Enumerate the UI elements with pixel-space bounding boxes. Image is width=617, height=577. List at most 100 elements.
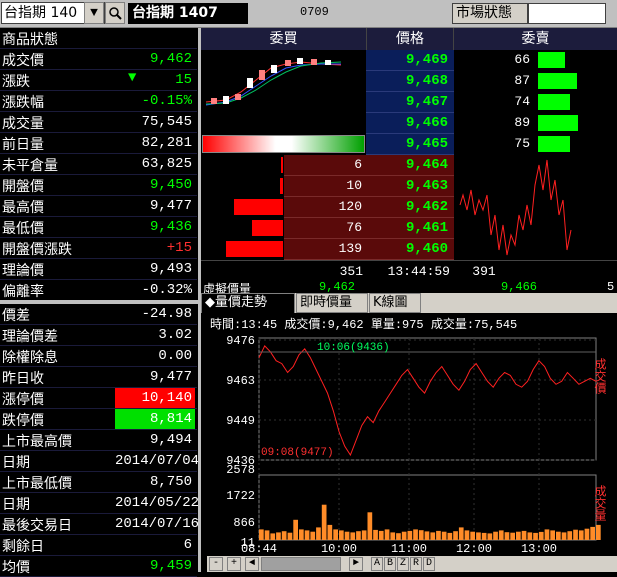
quote-label: 成交量 xyxy=(2,116,44,132)
scroll-left-button[interactable]: ◄ xyxy=(245,557,259,571)
zoom-out-button[interactable]: - xyxy=(209,557,223,571)
volume-bar xyxy=(293,519,298,540)
quote-label: 除權除息 xyxy=(2,350,58,366)
quote-row: 日期 2014/05/22 xyxy=(0,493,199,514)
quote-row: 最高價 9,477 xyxy=(0,196,197,217)
ask-price: 9,468 xyxy=(405,73,448,89)
low-annotation: 09:08(9477) xyxy=(261,447,334,459)
volume-bar xyxy=(281,531,287,540)
quote-row: 上市最高價 9,494 xyxy=(0,430,197,451)
quote-row: 最低價 9,436 xyxy=(0,217,197,238)
price-axis-title: 成交價 xyxy=(593,358,607,395)
ask-price: 9,465 xyxy=(405,136,448,152)
quote-value: 9,450 xyxy=(149,177,192,193)
quote-value: 2014/07/04 xyxy=(115,453,200,469)
search-icon[interactable] xyxy=(105,2,125,24)
book-header-bid: 委買 xyxy=(201,28,366,50)
quote-value: 3.02 xyxy=(158,327,192,343)
volume-bar xyxy=(521,530,527,540)
quote-row: 昨日收 9,477 xyxy=(0,367,197,388)
virtual-quote-extra: 5 xyxy=(607,282,615,293)
volume-bar xyxy=(259,529,264,540)
volume-bar xyxy=(584,528,590,540)
ask-qty: 74 xyxy=(514,94,530,109)
price-tick-label: 9449 xyxy=(226,414,255,428)
quote-value: -0.32% xyxy=(141,282,192,298)
price-volume-chart: 9476946394499436257817228661108:44 10:00 1… xyxy=(201,330,617,556)
bid-price: 9,460 xyxy=(405,241,448,257)
tab-price-volume-trend[interactable]: ◆量價走勢 xyxy=(201,293,295,313)
ask-price: 9,469 xyxy=(405,52,448,68)
quote-row: 漲跌幅 -0.15% xyxy=(0,91,197,112)
quote-label: 價差 xyxy=(2,308,30,324)
quote-label: 開盤價 xyxy=(2,179,44,195)
ask-volume-bar xyxy=(538,115,578,131)
quote-value: 9,477 xyxy=(149,198,192,214)
toolbar: 台指期 140 ▼ 台指期 1407 0709 市場狀態 xyxy=(0,0,617,28)
quote-label: 均價 xyxy=(2,560,30,576)
bid-qty: 120 xyxy=(338,199,362,214)
volume-tick-label: 2578 xyxy=(226,463,255,477)
quote-label: 昨日收 xyxy=(2,371,44,387)
quote-value: 10,140 xyxy=(115,388,195,408)
bid-ask-ratio-bar xyxy=(202,135,365,153)
quote-value: -24.98 xyxy=(141,306,192,322)
volume-bar xyxy=(413,529,418,540)
volume-bar xyxy=(470,531,475,540)
volume-bar xyxy=(533,532,538,540)
volume-axis-title: 成交量 xyxy=(593,485,607,521)
mini-candle-chart xyxy=(201,50,366,130)
quote-label: 跌停價 xyxy=(2,413,44,429)
volume-bar xyxy=(350,532,356,540)
volume-tick-label: 866 xyxy=(233,516,255,530)
chart-scrollbar[interactable]: - + ◄ ► A B Z R D xyxy=(207,556,617,572)
volume-bar xyxy=(321,504,327,540)
quote-value: 0.00 xyxy=(158,348,192,364)
scroll-letter-d[interactable]: D xyxy=(423,557,435,571)
book-header-ask: 委賣 xyxy=(454,28,617,50)
quote-row: 漲停價 10,140 xyxy=(0,388,197,409)
volume-bar xyxy=(453,531,458,540)
quote-row: ▼ 漲跌 15 xyxy=(0,70,197,91)
tab-kline[interactable]: K線圖 xyxy=(369,293,421,313)
bid-qty: 139 xyxy=(338,241,362,256)
volume-bar xyxy=(550,530,555,540)
ask-price: 9,466 xyxy=(405,115,448,131)
volume-bar xyxy=(596,524,601,540)
volume-bar xyxy=(504,532,510,540)
quote-row: 偏離率 -0.32% xyxy=(0,280,197,301)
volume-bar xyxy=(573,529,578,540)
bid-price: 9,464 xyxy=(405,157,448,173)
quote-value: 82,281 xyxy=(141,135,192,151)
volume-bar xyxy=(567,531,573,540)
dropdown-arrow-icon[interactable]: ▼ xyxy=(84,2,104,24)
bid-volume-bar xyxy=(281,157,283,173)
bid-price: 9,462 xyxy=(405,199,448,215)
quote-value: 9,494 xyxy=(149,432,192,448)
quote-value: 9,462 xyxy=(149,51,192,67)
quote-row: 除權除息 0.00 xyxy=(0,346,197,367)
time-tick-label: 10:00 xyxy=(321,542,357,556)
quote-value: 8,750 xyxy=(149,474,192,490)
volume-bar xyxy=(556,531,561,540)
scroll-letter-z[interactable]: Z xyxy=(397,557,409,571)
high-annotation: 10:06(9436) xyxy=(317,342,390,354)
quote-row: 理論價差 3.02 xyxy=(0,325,197,346)
quote-row: 商品狀態 xyxy=(0,28,197,49)
scroll-letter-b[interactable]: B xyxy=(384,557,396,571)
volume-bar xyxy=(310,531,316,540)
quote-row: 上市最低價 8,750 xyxy=(0,472,197,493)
volume-bar xyxy=(276,532,281,540)
quote-value: 75,545 xyxy=(141,114,192,130)
volume-bar xyxy=(333,529,338,540)
scroll-letter-a[interactable]: A xyxy=(371,557,383,571)
volume-bar xyxy=(493,531,498,540)
scroll-letter-r[interactable]: R xyxy=(410,557,422,571)
zoom-in-button[interactable]: + xyxy=(227,557,241,571)
market-status-label: 市場狀態 xyxy=(452,3,528,24)
bid-qty: 10 xyxy=(346,178,362,193)
scroll-thumb[interactable] xyxy=(261,557,341,571)
quote-value: 2014/07/16 xyxy=(115,516,200,532)
tab-realtime-volume[interactable]: 即時價量 xyxy=(296,293,368,313)
scroll-right-button[interactable]: ► xyxy=(349,557,363,571)
